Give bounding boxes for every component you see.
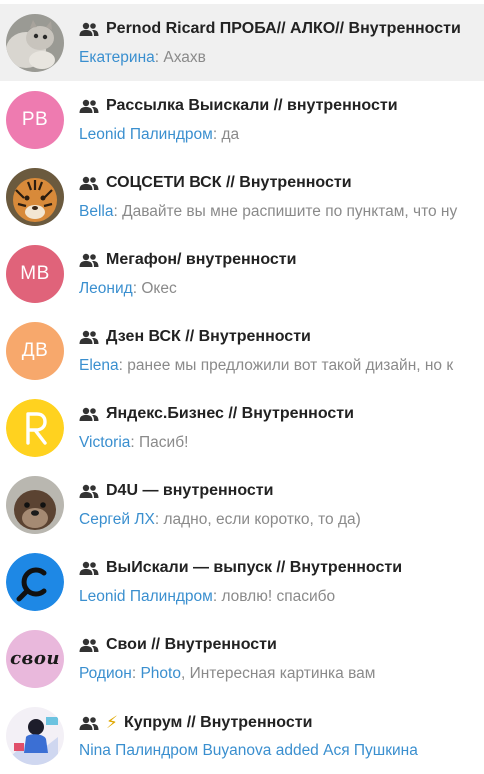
group-icon — [79, 176, 99, 190]
cat-photo-icon — [6, 13, 64, 72]
chat-preview: Леонид: Окес — [79, 279, 177, 297]
group-icon — [79, 253, 99, 267]
avatar — [6, 13, 64, 72]
chat-preview: Victoria: Пасиб! — [79, 433, 189, 451]
sender-name: Elena — [79, 356, 119, 374]
chat-preview: Сергей ЛХ: ладно, если коротко, то да) — [79, 510, 361, 528]
chat-preview: Leonid Палиндром: ловлю! спасибо — [79, 587, 336, 605]
sender-name: Victoria — [79, 433, 131, 451]
chat-preview: Родион: Photo, Интересная картинка вам — [79, 664, 376, 682]
system-message: Nina Палиндром Buyanova added Ася Пушкин… — [79, 741, 418, 759]
chat-item[interactable]: ДВ Дзен ВСК // Внутренности Elena: ранее… — [0, 312, 484, 389]
avatar: MB — [6, 244, 64, 303]
letter-r-logo-icon — [6, 398, 64, 457]
chat-preview: Екатерина: Ахахв — [79, 48, 206, 66]
chat-title: Рассылка Выискали // внутренности — [106, 96, 398, 114]
tiger-photo-icon — [6, 167, 64, 226]
group-icon — [79, 638, 99, 652]
illustration-photo-icon — [6, 706, 64, 765]
message-text: ранее мы предложили вот такой дизайн, но… — [127, 356, 454, 374]
avatar: PB — [6, 90, 64, 149]
group-icon — [79, 716, 99, 730]
avatar — [6, 475, 64, 534]
chat-title: Pernod Ricard ПРОБА// АЛКО// Внутренност… — [106, 19, 461, 37]
message-text: ловлю! спасибо — [221, 587, 336, 605]
chat-preview: Elena: ранее мы предложили вот такой диз… — [79, 356, 454, 374]
chat-title: ВыИскали — выпуск // Внутренности — [106, 558, 403, 576]
chat-item[interactable]: MB Мегафон/ внутренности Леонид: Окес — [0, 235, 484, 312]
search-logo-icon — [6, 552, 64, 611]
avatar: свои — [6, 629, 64, 688]
chat-preview: Bella: Давайте вы мне распишите по пункт… — [79, 202, 458, 220]
otter-photo-icon — [6, 475, 64, 534]
chat-item[interactable]: ⚡ Купрум // Внутренности Nina Палиндром … — [0, 697, 484, 774]
group-icon — [79, 99, 99, 113]
avatar-initials: ДВ — [21, 339, 49, 361]
sender-name: Сергей ЛХ — [79, 510, 155, 528]
lightning-icon: ⚡ — [106, 712, 118, 732]
message-text: Пасиб! — [139, 433, 189, 451]
chat-title: Мегафон/ внутренности — [106, 250, 297, 268]
avatar-initials: PB — [21, 108, 49, 130]
sender-name: Leonid Палиндром — [79, 587, 213, 605]
group-icon — [79, 22, 99, 36]
chat-item[interactable]: ВыИскали — выпуск // Внутренности Leonid… — [0, 543, 484, 620]
chat-title: Свои // Внутренности — [106, 635, 277, 653]
chat-title: Дзен ВСК // Внутренности — [106, 327, 311, 345]
chat-item[interactable]: Яндекс.Бизнес // Внутренности Victoria: … — [0, 389, 484, 466]
sender-name: Леонид — [79, 279, 133, 297]
group-icon — [79, 561, 99, 575]
chat-list: Pernod Ricard ПРОБА// АЛКО// Внутренност… — [0, 0, 484, 770]
avatar — [6, 398, 64, 457]
sender-name: Екатерина — [79, 48, 155, 66]
chat-item[interactable]: СОЦСЕТИ ВСК // Внутренности Bella: Давай… — [0, 158, 484, 235]
chat-title: Яндекс.Бизнес // Внутренности — [106, 404, 354, 422]
avatar — [6, 167, 64, 226]
media-label: Photo — [140, 664, 181, 682]
avatar — [6, 706, 64, 765]
chat-preview: Nina Палиндром Buyanova added Ася Пушкин… — [79, 742, 418, 760]
avatar-initials: MB — [20, 262, 50, 284]
chat-title: Купрум // Внутренности — [123, 713, 313, 731]
message-text: Интересная картинка вам — [189, 664, 376, 682]
chat-item[interactable]: Pernod Ricard ПРОБА// АЛКО// Внутренност… — [0, 4, 484, 81]
message-text: Ахахв — [163, 48, 206, 66]
message-text: Окес — [141, 279, 177, 297]
sender-name: Bella — [79, 202, 114, 220]
chat-item[interactable]: PB Рассылка Выискали // внутренности Leo… — [0, 81, 484, 158]
group-icon — [79, 330, 99, 344]
chat-title: D4U — внутренности — [106, 481, 274, 499]
group-icon — [79, 407, 99, 421]
chat-title: СОЦСЕТИ ВСК // Внутренности — [106, 173, 352, 191]
svoi-logo-icon: свои — [10, 648, 60, 669]
avatar: ДВ — [6, 321, 64, 380]
sender-name: Родион — [79, 664, 132, 682]
sender-name: Leonid Палиндром — [79, 125, 213, 143]
avatar — [6, 552, 64, 611]
group-icon — [79, 484, 99, 498]
chat-item[interactable]: D4U — внутренности Сергей ЛХ: ладно, есл… — [0, 466, 484, 543]
chat-preview: Leonid Палиндром: да — [79, 125, 240, 143]
chat-item[interactable]: свои Свои // Внутренности Родион: Photo,… — [0, 620, 484, 697]
message-text: да — [221, 125, 240, 143]
message-text: ладно, если коротко, то да) — [163, 510, 361, 528]
message-text: Давайте вы мне распишите по пунктам, что… — [122, 202, 458, 220]
